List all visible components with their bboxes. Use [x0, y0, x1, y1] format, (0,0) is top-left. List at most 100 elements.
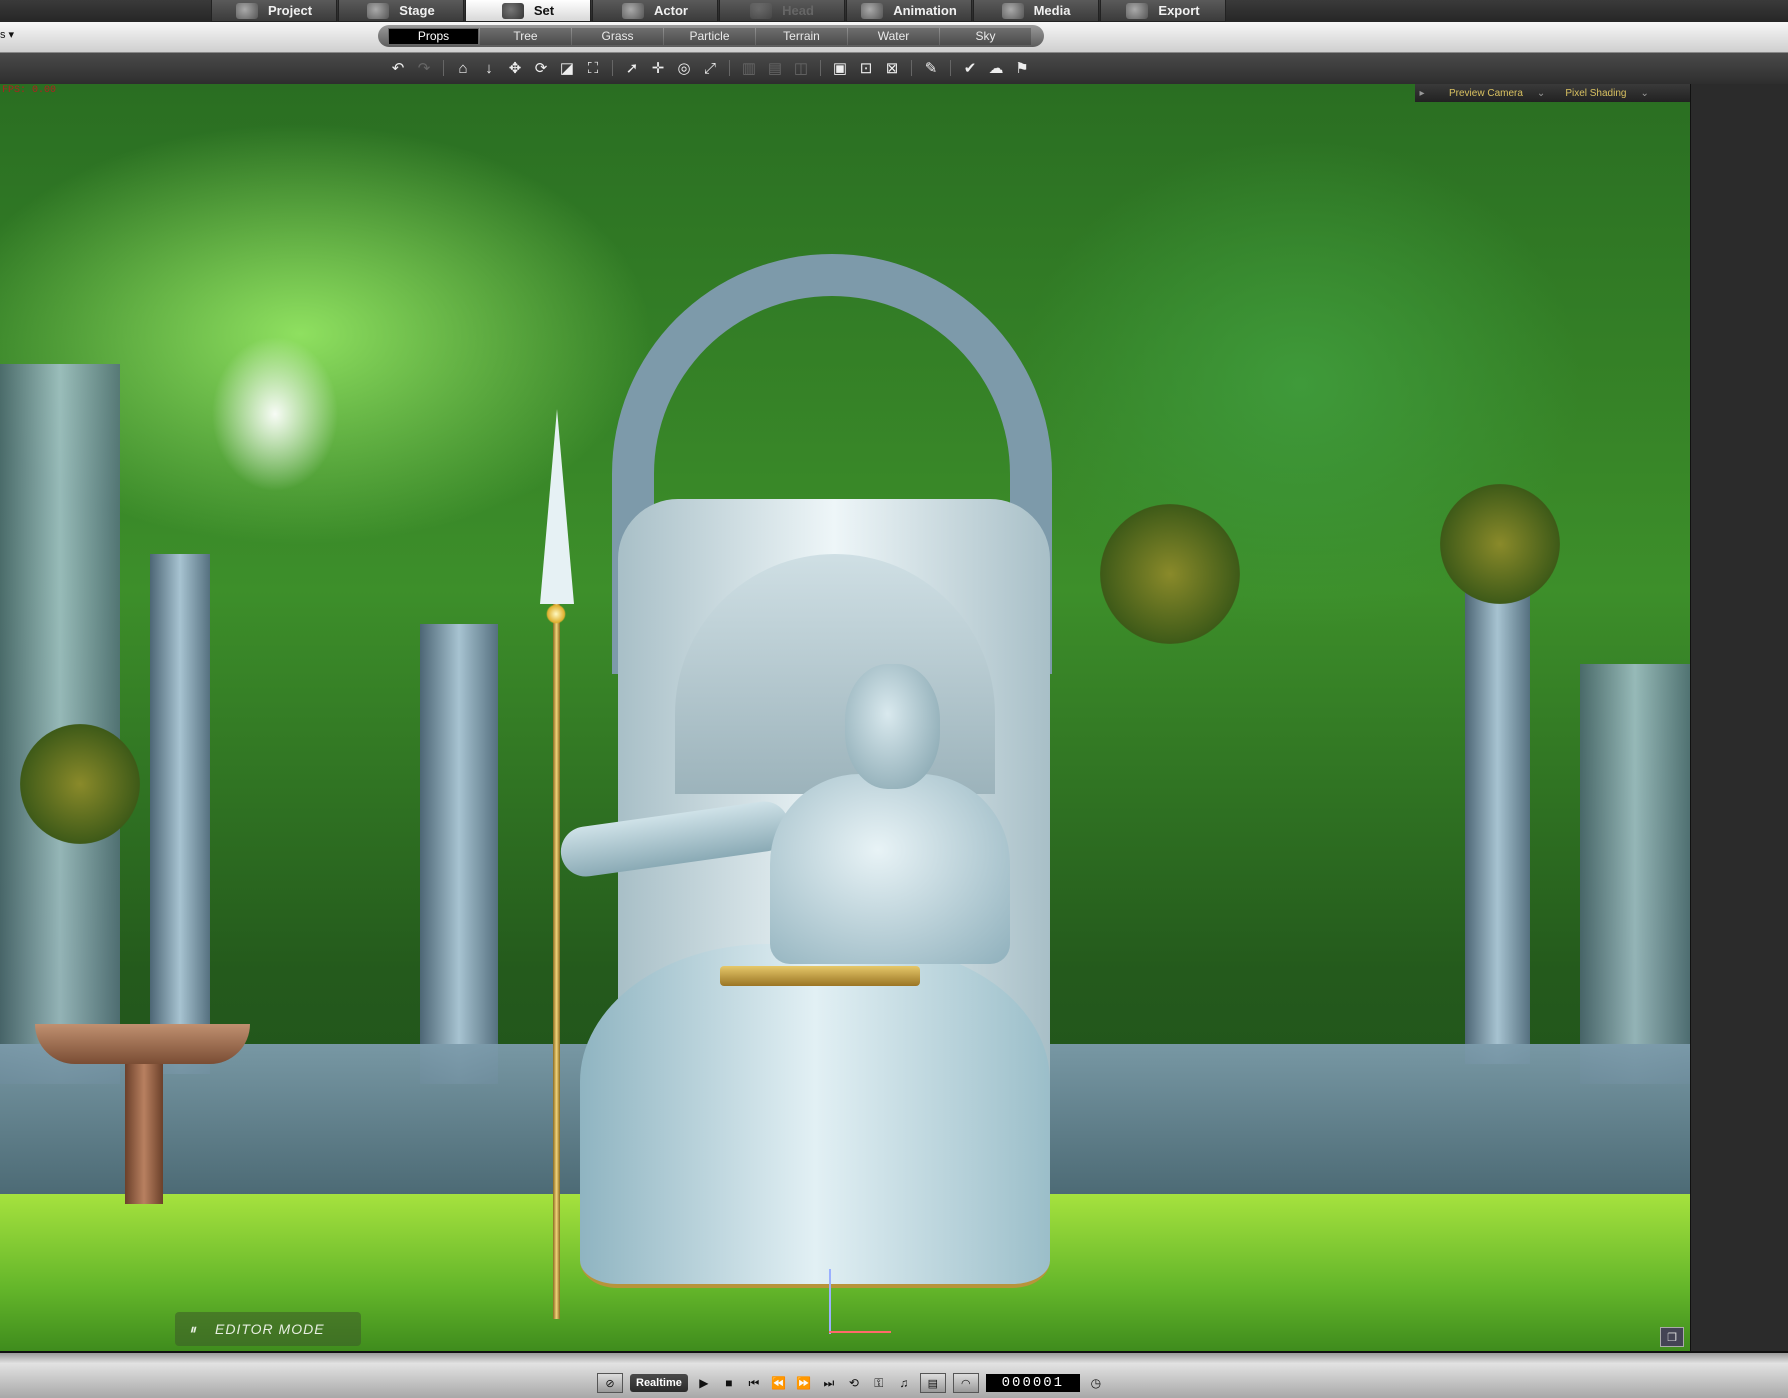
key-icon[interactable]: ⚿	[870, 1375, 888, 1391]
redo-icon[interactable]: ↷	[414, 59, 434, 77]
stage-icon	[367, 2, 390, 19]
last-frame-icon[interactable]: ⏭	[820, 1375, 838, 1391]
set-sub-bar: s ▾ Props Tree Grass Particle Terrain Wa…	[0, 22, 1788, 53]
statue-head	[845, 664, 940, 789]
statue-torso	[770, 774, 1010, 964]
spear-blade	[540, 409, 574, 604]
shading-label: Pixel Shading	[1565, 87, 1627, 99]
stone-birdbath	[35, 1024, 250, 1064]
check-icon[interactable]: ✔	[960, 59, 980, 77]
main-tab-bar: Project Stage Set Actor Head Animation M…	[0, 0, 1788, 22]
tab-label: Media	[1033, 3, 1071, 18]
tab-set[interactable]: Set	[465, 0, 591, 22]
statue-robe	[580, 944, 1050, 1288]
group-icon[interactable]: ▤	[765, 59, 785, 77]
actor-icon	[622, 2, 645, 19]
rotate-icon[interactable]: ⟳	[531, 59, 551, 77]
subtab-terrain[interactable]: Terrain	[756, 27, 847, 45]
playback-controls: ⊘ Realtime ▶ ■ ⏮ ⏪ ⏩ ⏭ ⟲ ⚿ ♫ ▤ ◠ 000001 …	[597, 1373, 1105, 1393]
subtab-props[interactable]: Props	[388, 27, 479, 45]
tab-media[interactable]: Media	[973, 0, 1099, 22]
preview-toggle-icon[interactable]: ⊘	[597, 1373, 623, 1393]
expand-arrow-icon[interactable]: ▸	[1415, 88, 1429, 99]
select-icon[interactable]: ➚	[622, 59, 642, 77]
transform-gizmo-y-axis[interactable]	[829, 1269, 831, 1334]
foliage	[1440, 484, 1560, 604]
home-icon[interactable]: ⌂	[453, 59, 473, 77]
animation-icon	[861, 2, 884, 19]
stop-icon[interactable]: ■	[720, 1375, 738, 1391]
fit-icon[interactable]: ⛶	[583, 59, 603, 77]
play-icon[interactable]: ▶	[695, 1375, 713, 1391]
frame-selected-icon[interactable]: ⊡	[856, 59, 876, 77]
terrain-icon[interactable]: ☁	[986, 59, 1006, 77]
audio-icon[interactable]: ♫	[895, 1375, 913, 1391]
toolbar-buttons: ↶ ↷ ⌂ ↓ ✥ ⟳ ◪ ⛶ ➚ ✛ ◎ ⤢ ▥ ▤ ◫ ▣ ⊡ ⊠ ✎ ✔ …	[388, 59, 1032, 78]
camera-label: Preview Camera	[1449, 87, 1523, 99]
previous-frame-icon[interactable]: ⏪	[770, 1375, 788, 1391]
subtab-sky[interactable]: Sky	[940, 27, 1031, 45]
tab-label: Export	[1158, 3, 1200, 18]
pause-icon: ⏸	[189, 1320, 197, 1337]
timeline-icon[interactable]: ▤	[919, 1373, 946, 1393]
orbit-icon[interactable]: ◎	[674, 59, 694, 77]
flag-icon[interactable]: ⚑	[1012, 59, 1032, 77]
first-frame-icon[interactable]: ⏮	[745, 1375, 763, 1391]
loop-icon[interactable]: ⟲	[845, 1375, 863, 1391]
transform-gizmo-x-axis[interactable]	[829, 1331, 891, 1333]
tab-stage[interactable]: Stage	[338, 0, 464, 22]
camera-dropdown[interactable]: Preview Camera ⌄	[1449, 88, 1545, 99]
subtab-water[interactable]: Water	[848, 27, 939, 45]
subtab-grass[interactable]: Grass	[572, 27, 663, 45]
move-icon[interactable]: ✥	[505, 59, 525, 77]
tab-label: Animation	[893, 3, 957, 18]
clock-icon[interactable]: ◷	[1087, 1375, 1105, 1391]
pan-icon[interactable]: ✛	[648, 59, 668, 77]
playback-bar: ⊘ Realtime ▶ ■ ⏮ ⏪ ⏩ ⏭ ⟲ ⚿ ♫ ▤ ◠ 000001 …	[0, 1363, 1788, 1398]
stone-pillar	[420, 624, 498, 1084]
viewport-layout-icon[interactable]: ▣	[830, 59, 850, 77]
curve-icon[interactable]: ◠	[952, 1373, 979, 1393]
media-icon	[1001, 2, 1024, 19]
subtab-tree[interactable]: Tree	[480, 27, 571, 45]
chevron-down-icon: ⌄	[1640, 87, 1649, 99]
zoom-icon[interactable]: ⤢	[700, 59, 720, 77]
realtime-button[interactable]: Realtime	[630, 1374, 688, 1392]
shading-dropdown[interactable]: Pixel Shading ⌄	[1565, 88, 1649, 99]
toolbar-divider	[729, 60, 730, 76]
light-icon[interactable]: ⊠	[882, 59, 902, 77]
scale-icon[interactable]: ◪	[557, 59, 577, 77]
tab-head[interactable]: Head	[719, 0, 845, 22]
editor-mode-label: EDITOR MODE	[215, 1321, 325, 1337]
undo-icon[interactable]: ↶	[388, 59, 408, 77]
stone-pillar	[1465, 544, 1530, 1064]
camera-view-icon[interactable]: ◫	[791, 59, 811, 77]
subtab-particle[interactable]: Particle	[664, 27, 755, 45]
frame-counter[interactable]: 000001	[985, 1374, 1080, 1392]
spear-glow	[546, 604, 566, 624]
tab-export[interactable]: Export	[1100, 0, 1226, 22]
viewport-menu-bar: ▸ Preview Camera ⌄ Pixel Shading ⌄	[1415, 84, 1690, 102]
tab-project[interactable]: Project	[211, 0, 337, 22]
3d-viewport[interactable]: FPS: 0.00 ▸ Preview Camera ⌄ Pixel Shadin…	[0, 84, 1690, 1351]
toolbar-divider	[443, 60, 444, 76]
next-frame-icon[interactable]: ⏩	[795, 1375, 813, 1391]
align-icon[interactable]: ▥	[739, 59, 759, 77]
editor-mode-indicator[interactable]: ⏸ EDITOR MODE	[175, 1312, 361, 1346]
tab-animation[interactable]: Animation	[846, 0, 972, 22]
stone-ruin-wall	[0, 364, 120, 1084]
main-tabs: Project Stage Set Actor Head Animation M…	[211, 0, 1227, 22]
tab-actor[interactable]: Actor	[592, 0, 718, 22]
viewport-restore-icon[interactable]: ❐	[1660, 1327, 1684, 1347]
stone-ruin-wall	[1580, 664, 1690, 1084]
panel-dropdown[interactable]: s ▾	[0, 28, 14, 41]
foliage	[1100, 504, 1240, 644]
right-side-panel	[1690, 84, 1788, 1351]
toolbar-divider	[820, 60, 821, 76]
head-icon	[750, 2, 773, 19]
toolbar-divider	[950, 60, 951, 76]
fps-readout: FPS: 0.00	[2, 85, 57, 96]
pick-parent-icon[interactable]: ✎	[921, 59, 941, 77]
foliage	[20, 724, 140, 844]
drop-to-floor-icon[interactable]: ↓	[479, 59, 499, 77]
